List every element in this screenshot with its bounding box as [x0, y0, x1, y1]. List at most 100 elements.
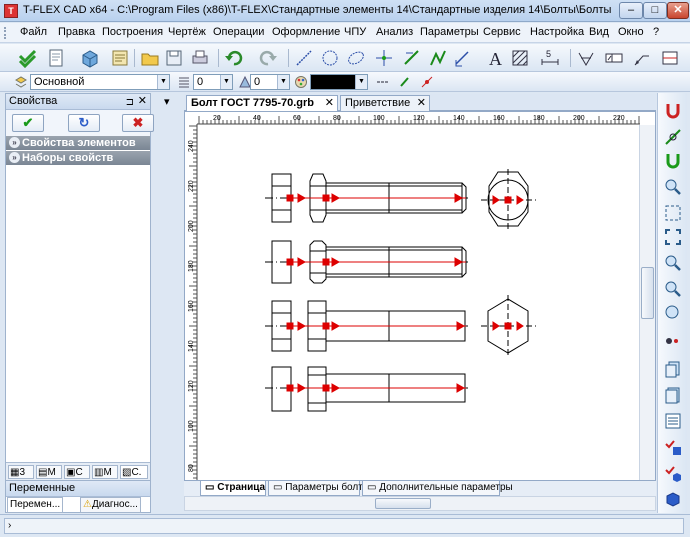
close-icon[interactable]: ✕ — [325, 96, 334, 110]
zoom-out-icon[interactable] — [663, 279, 683, 299]
zoom-window-icon[interactable] — [663, 203, 683, 223]
layer-combo[interactable]: Основной ▼ — [30, 74, 170, 90]
checklist-icon[interactable] — [663, 437, 683, 457]
pin-icon[interactable]: ⊐ — [126, 95, 134, 110]
maximize-button[interactable]: □ — [643, 2, 667, 19]
menu-cnc[interactable]: ЧПУ — [344, 26, 366, 38]
tab-welcome[interactable]: Приветствие ✕ — [340, 95, 430, 111]
magnet-icon[interactable] — [663, 101, 683, 121]
menu-settings[interactable]: Настройка — [530, 26, 584, 38]
priority-combo[interactable]: 0 ▼ — [250, 74, 290, 90]
drawing-svg[interactable]: 20 40 60 80 100 120 140 160 180 200 220 240 220 200 1… — [185, 112, 655, 480]
tab-m1[interactable]: ▤M — [36, 465, 62, 479]
zoom-icon[interactable] — [663, 177, 683, 197]
tab-label: Страница 1 — [217, 482, 274, 493]
menu-operations[interactable]: Операции — [213, 26, 264, 38]
tab-c1[interactable]: ▣C — [64, 465, 90, 479]
model-tree-icon[interactable] — [663, 411, 683, 431]
close-icon[interactable]: ✕ — [138, 94, 147, 109]
text-icon[interactable]: A — [486, 48, 506, 68]
new-3d-icon[interactable] — [80, 48, 100, 68]
panel-buttons: ✔ ↻ ✖ — [6, 110, 154, 136]
zoom-fit-icon[interactable] — [663, 227, 683, 247]
tab-additional-parameters[interactable]: ▭ Дополнительные параметры — [362, 481, 513, 496]
save-icon[interactable] — [164, 48, 184, 68]
layers-icon[interactable] — [663, 385, 683, 405]
magnet-green-icon[interactable] — [663, 151, 683, 171]
menu-design[interactable]: Оформление — [272, 26, 340, 38]
menu-parameters[interactable]: Параметры — [420, 26, 479, 38]
circle-icon[interactable] — [320, 48, 340, 68]
menu-service[interactable]: Сервис — [483, 26, 521, 38]
tab-label: Диагнос... — [91, 499, 138, 510]
polyline-icon[interactable] — [428, 48, 448, 68]
section-element-properties[interactable]: » Свойства элементов — [6, 136, 150, 151]
tab-variables[interactable]: Перемен... — [7, 497, 64, 513]
drawing-view-icon[interactable] — [660, 48, 680, 68]
page-icon: ▭ — [205, 482, 215, 493]
tab-page-1[interactable]: ▭ Страница 1 — [200, 481, 273, 496]
snap-icon[interactable] — [420, 75, 434, 89]
scroll-thumb[interactable] — [641, 267, 654, 319]
section-property-sets[interactable]: » Наборы свойств — [6, 151, 150, 166]
horizontal-scrollbar[interactable] — [184, 496, 656, 511]
tab-bolt-parameters[interactable]: ▭ Параметры болта — [268, 481, 368, 496]
close-icon[interactable]: ✕ — [417, 96, 426, 110]
menu-analysis[interactable]: Анализ — [376, 26, 413, 38]
level-combo[interactable]: 0 ▼ — [193, 74, 233, 90]
document-menu-icon[interactable]: ▾ — [164, 95, 170, 108]
new-document-icon[interactable] — [46, 48, 66, 68]
tab-3[interactable]: ▦3 — [8, 465, 34, 479]
roughness-icon[interactable] — [576, 48, 596, 68]
tab-m2[interactable]: ▥M — [92, 465, 118, 479]
brush-icon[interactable] — [398, 75, 412, 89]
tab-bolt-document[interactable]: Болт ГОСТ 7795-70.grb ✕ — [186, 95, 338, 111]
refresh-button[interactable]: ↻ — [68, 114, 100, 132]
ruler-label: 180 — [188, 260, 195, 272]
folder-icon[interactable] — [140, 48, 160, 68]
linetype-icon[interactable] — [376, 75, 390, 89]
menu-file[interactable]: Файл — [20, 26, 47, 38]
close-button[interactable]: ✕ — [667, 2, 689, 19]
drawing-canvas[interactable]: 20 40 60 80 100 120 140 160 180 200 220 240 220 200 1… — [184, 111, 656, 481]
zoom-in-icon[interactable] — [663, 253, 683, 273]
menu-view[interactable]: Вид — [589, 26, 609, 38]
bolt-view-4[interactable] — [265, 366, 471, 412]
size-step-icon[interactable]: 5 — [540, 48, 560, 68]
cancel-button[interactable]: ✖ — [122, 114, 154, 132]
hatch-icon[interactable] — [510, 48, 530, 68]
tolerance-icon[interactable] — [604, 48, 624, 68]
node-icon[interactable] — [374, 48, 394, 68]
tab-c2[interactable]: ▧C. — [120, 465, 148, 479]
bolt-drawings[interactable] — [265, 169, 536, 412]
menu-drawing[interactable]: Чертёж — [168, 26, 206, 38]
pan-icon[interactable] — [663, 331, 683, 351]
color-combo[interactable]: ▼ — [310, 74, 368, 90]
ok-button[interactable]: ✔ — [12, 114, 44, 132]
redo-icon[interactable] — [258, 48, 278, 68]
vertical-scrollbar[interactable] — [639, 125, 655, 480]
menu-help[interactable]: ? — [653, 26, 659, 38]
menu-edit[interactable]: Правка — [58, 26, 95, 38]
menu-window[interactable]: Окно — [618, 26, 644, 38]
line-icon[interactable] — [294, 48, 314, 68]
cube-icon[interactable] — [663, 489, 683, 509]
sketch-icon[interactable] — [402, 48, 422, 68]
minimize-button[interactable]: – — [619, 2, 643, 19]
check-3d-icon[interactable] — [663, 463, 683, 483]
ellipse-icon[interactable] — [346, 48, 366, 68]
tab-diagnostics[interactable]: ⚠Диагнос... — [80, 497, 141, 513]
snap-grid-icon[interactable] — [663, 127, 683, 147]
constraint-markers[interactable] — [286, 193, 524, 393]
zoom-previous-icon[interactable] — [663, 303, 683, 323]
ruler-label: 40 — [253, 115, 261, 122]
menu-construct[interactable]: Построения — [102, 26, 163, 38]
check-double-icon[interactable] — [18, 48, 38, 68]
undo-icon[interactable] — [224, 48, 244, 68]
scroll-thumb[interactable] — [375, 498, 431, 509]
pages-icon[interactable] — [663, 359, 683, 379]
leader-icon[interactable] — [632, 48, 652, 68]
dimension-icon[interactable] — [452, 48, 472, 68]
print-icon[interactable] — [190, 48, 210, 68]
open-icon[interactable] — [110, 48, 130, 68]
